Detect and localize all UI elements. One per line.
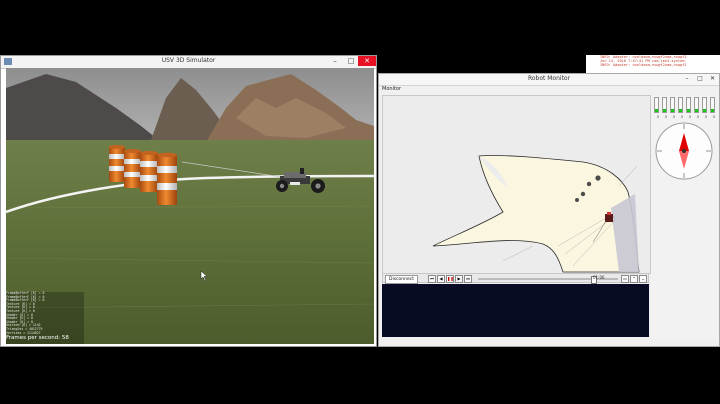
sensor-bar-value: 0 [656,115,660,119]
simulator-window: USV 3D Simulator – □ ✕ FrameBufferF [K] … [0,55,377,347]
sensor-panel: 00000000 [651,95,718,338]
map-graphic [383,96,650,273]
log-line: INFO: Adapter: nvoldsma,nvwgf2uma,nvwgf2 [600,63,687,68]
sensor-bar-value: 0 [712,115,716,119]
expand-icon[interactable]: ⌄ [639,275,647,283]
sensor-bar-fill [679,109,682,112]
sensor-bar-value: 0 [680,115,684,119]
sensor-bar-fill [655,109,658,112]
playback-controls: Disconnect ⏮ ◀ ❚❚ ▶ ⏭ 01:06 ▭ ⌃ ⌄ [382,273,649,284]
sensor-bar-value: 0 [688,115,692,119]
monitor-minimize-button[interactable]: – [681,74,693,83]
time-label: 01:06 [593,275,605,280]
rewind-icon[interactable]: ◀ [437,275,445,283]
window-icon[interactable]: ▭ [621,275,629,283]
maximize-button[interactable]: □ [344,56,358,66]
console-panel[interactable] [382,284,649,337]
compass-icon [655,122,713,180]
disconnect-button[interactable]: Disconnect [385,275,418,284]
sensor-bar: 0 [686,97,691,119]
simulator-title: USV 3D Simulator [161,57,216,64]
menu-monitor[interactable]: Monitor [382,86,401,92]
collapse-icon[interactable]: ⌃ [630,275,638,283]
skip-to-end-icon[interactable]: ⏭ [464,275,472,283]
monitor-titlebar[interactable]: Robot Monitor – □ ✕ [379,74,719,86]
sensor-bar: 0 [662,97,667,119]
sensor-bar-fill [687,109,690,112]
sensor-bar-fill [703,109,706,112]
monitor-close-button[interactable]: ✕ [706,74,719,83]
forward-icon[interactable]: ▶ [455,275,463,283]
sensor-bar: 0 [654,97,659,119]
sensor-bar-value: 0 [672,115,676,119]
sensor-bar-fill [695,109,698,112]
sensor-bar-value: 0 [704,115,708,119]
minimize-button[interactable]: – [328,56,342,66]
sensor-bar-fill [671,109,674,112]
robot-monitor-window: Robot Monitor – □ ✕ Monitor Disconnect ⏮… [378,73,720,347]
sensor-bar-value: 0 [696,115,700,119]
sensor-bar: 0 [694,97,699,119]
sensor-bar-fill [663,109,666,112]
sensor-bar-fill [711,109,714,112]
sensor-bar: 0 [670,97,675,119]
monitor-maximize-button[interactable]: □ [694,74,706,83]
3d-viewport[interactable]: FrameBufferF [K] = 0 FrameBufferF [K] = 0… [6,68,374,344]
skip-to-start-icon[interactable]: ⏮ [428,275,436,283]
fps-readout: Frames per second: 58 [6,335,69,341]
occupancy-map[interactable] [382,95,651,274]
sensor-bar: 0 [710,97,715,119]
close-button[interactable]: ✕ [358,56,376,66]
sensor-bar-value: 0 [664,115,668,119]
monitor-title: Robot Monitor [527,75,571,82]
sensor-bar: 0 [678,97,683,119]
pause-icon[interactable]: ❚❚ [446,275,454,283]
sensor-bar: 0 [702,97,707,119]
